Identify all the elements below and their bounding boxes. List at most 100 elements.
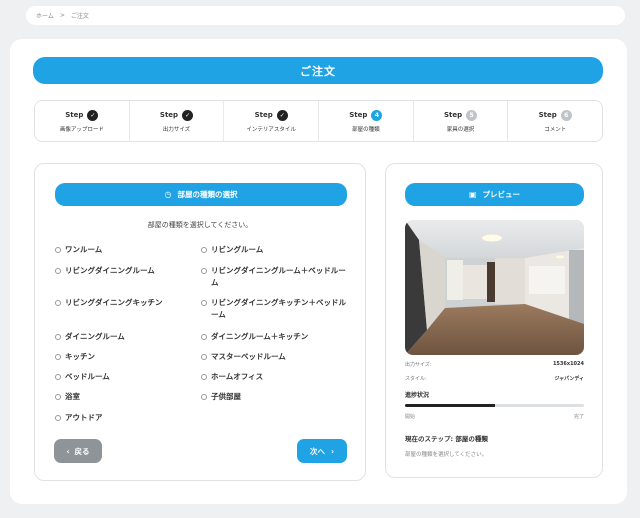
preview-header: ▣ プレビュー [405,183,584,206]
step-number-badge: 4 [371,109,383,121]
preview-title: プレビュー [482,190,521,199]
output-size-value: 1536x1024 [552,361,584,367]
breadcrumb-current: ご注文 [70,13,89,20]
room-option-label: ホームオフィス [211,372,264,381]
chevron-right-icon: › [330,446,335,456]
room-option[interactable]: 子供部屋 [201,391,351,403]
radio-button[interactable] [55,247,61,253]
room-option[interactable]: ベッドルーム [55,371,195,383]
room-option-label: ダイニングルーム＋キッチン [211,332,309,341]
room-option[interactable]: リビングルーム [201,244,351,256]
room-option-label: キッチン [65,352,95,361]
step-word: Step [159,111,179,119]
chevron-left-icon: ‹ [66,446,70,456]
back-button-label: 戻る [74,446,90,456]
step-name: 家具の選択 [446,126,475,133]
breadcrumb-home[interactable]: ホーム [36,11,54,20]
room-option-label: リビングダイニングルーム [65,266,155,275]
room-option-label: 浴室 [65,392,80,401]
check-icon: ✓ [182,109,194,121]
progress-labels: 開始 完了 [405,413,584,420]
room-option-label: リビングルーム [211,245,264,254]
radio-button[interactable] [55,300,61,306]
step-word: Step [443,111,463,119]
step-name: 出力サイズ [162,126,191,133]
room-option[interactable]: 浴室 [55,391,195,403]
radio-button[interactable] [201,268,207,274]
radio-button[interactable] [55,268,61,274]
radio-button[interactable] [55,374,61,380]
step-3: Step ✓ インテリアスタイル [224,101,320,141]
room-option[interactable]: ホームオフィス [201,371,351,383]
step-4: Step 4 部屋の種類 [319,101,414,141]
radio-button[interactable] [55,394,61,400]
output-size-row: 出力サイズ: 1536x1024 [405,361,584,368]
output-size-label: 出力サイズ: [405,362,432,368]
step-6: Step 6 コメント [508,101,602,141]
radio-button[interactable] [201,247,207,253]
check-icon: ✓ [276,109,288,121]
breadcrumb: ホーム > ご注文 [26,6,625,25]
step-word: Step [349,111,368,119]
room-type-instruction: 部屋の種類を選択してください。 [147,221,253,229]
room-option[interactable]: ダイニングルーム＋キッチン [201,331,351,343]
radio-button[interactable] [201,354,207,360]
step-name: インテリアスタイル [246,126,296,133]
step-word: Step [254,111,273,119]
radio-button[interactable] [201,300,207,306]
room-option[interactable]: リビングダイニングルーム＋ベッドルーム [201,265,351,289]
progress-start-label: 開始 [405,414,416,420]
room-option[interactable]: リビングダイニングルーム [55,265,195,277]
step-word: Step [538,111,557,119]
room-option-label: マスターベッドルーム [211,352,286,361]
step-name: 部屋の種類 [352,126,380,133]
room-type-card: ◷ 部屋の種類の選択 部屋の種類を選択してください。 ワンルーム リビングルーム… [34,163,366,481]
room-option[interactable]: ワンルーム [55,244,195,256]
room-option[interactable]: リビングダイニングキッチン [55,297,195,309]
room-option-label: リビングダイニングルーム＋ベッドルーム [211,266,346,287]
back-button[interactable]: ‹ 戻る [54,439,102,463]
step-1: Step ✓ 画像アップロード [35,101,130,141]
progress-end-label: 完了 [573,414,584,420]
room-option[interactable]: ダイニングルーム [55,331,195,343]
step-number-badge: 6 [560,109,572,121]
style-value: ジャパンディ [554,376,584,382]
preview-image [405,220,584,355]
next-button[interactable]: 次へ › [297,439,347,463]
page-title: ご注文 [33,57,603,84]
preview-card: ▣ プレビュー 出力サイズ: 1536x1024 スタイル: ジャパンディ 進捗… [385,163,603,478]
current-step-text: 現在のステップ: 部屋の種類 [405,435,488,443]
radio-button[interactable] [55,354,61,360]
room-type-header: ◷ 部屋の種類の選択 [55,183,347,206]
room-option-label: ダイニングルーム [65,332,125,341]
radio-button[interactable] [55,334,61,340]
stepper: Step ✓ 画像アップロード Step ✓ 出力サイズ Step ✓ インテリアスタ… [34,100,603,142]
step-name: コメント [544,126,567,133]
step-number-badge: 5 [466,109,478,121]
image-icon: ▣ [468,190,477,199]
progress-fill [405,404,495,407]
progress-bar [405,404,584,407]
breadcrumb-separator: > [59,12,65,19]
check-icon: ✓ [87,109,99,121]
style-label: スタイル: [405,376,427,382]
step-5: Step 5 家具の選択 [414,101,509,141]
radio-button[interactable] [201,374,207,380]
room-option[interactable]: リビングダイニングキッチン＋ベッドルーム [201,297,351,321]
room-option-label: ベッドルーム [65,372,110,381]
room-option[interactable]: アウトドア [55,412,195,424]
room-option[interactable]: キッチン [55,351,195,363]
room-option-label: アウトドア [65,413,103,422]
style-row: スタイル: ジャパンディ [405,375,584,382]
order-panel: ご注文 Step ✓ 画像アップロード Step ✓ 出力サイズ Step ✓ インテ… [10,39,627,504]
radio-button[interactable] [201,334,207,340]
room-option[interactable]: マスターベッドルーム [201,351,351,363]
radio-button[interactable] [201,394,207,400]
progress-title: 進捗状況 [405,392,430,399]
radio-button[interactable] [55,415,61,421]
clock-icon: ◷ [164,190,172,199]
current-step-description: 部屋の種類を選択してください。 [405,452,488,458]
room-option-label: リビングダイニングキッチン＋ベッドルーム [211,298,346,319]
room-type-title: 部屋の種類の選択 [177,190,238,199]
room-option-label: ワンルーム [65,245,103,254]
